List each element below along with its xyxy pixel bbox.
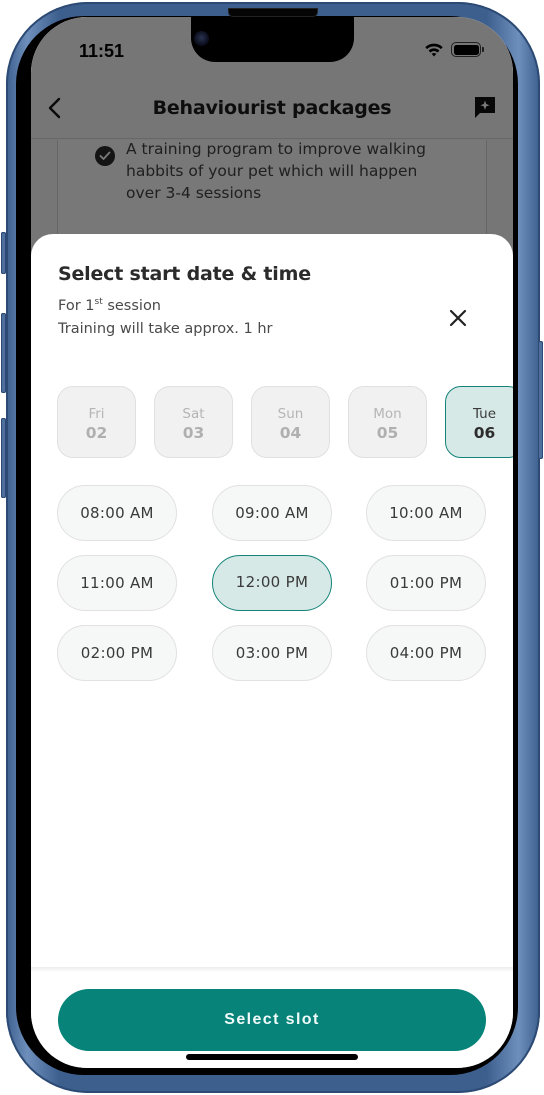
power-button	[538, 341, 543, 459]
time-slot[interactable]: 04:00 PM	[366, 625, 486, 681]
time-slot-selected[interactable]: 12:00 PM	[212, 555, 332, 611]
action-button	[1, 232, 6, 274]
date-chip-selected[interactable]: Tue 06	[445, 386, 513, 458]
session-suffix: session	[102, 298, 162, 314]
date-selector: Fri 02 Sat 03 Sun 04 Mon 05 Tue 06	[57, 386, 513, 458]
time-slot-grid: 08:00 AM 09:00 AM 10:00 AM 11:00 AM 12:0…	[57, 485, 487, 685]
volume-up-button	[1, 313, 6, 393]
date-number: 05	[376, 424, 399, 442]
date-chip[interactable]: Fri 02	[57, 386, 136, 458]
date-chip[interactable]: Sat 03	[154, 386, 233, 458]
time-slot[interactable]: 09:00 AM	[212, 485, 332, 541]
home-indicator[interactable]	[186, 1054, 358, 1060]
front-camera	[194, 31, 209, 46]
date-number: 03	[182, 424, 205, 442]
volume-down-button	[1, 418, 6, 498]
speaker-grille	[228, 8, 318, 17]
date-day: Tue	[472, 406, 497, 422]
session-label: For 1st session	[58, 297, 161, 314]
date-day: Fri	[88, 406, 105, 422]
sheet-title: Select start date & time	[58, 263, 311, 285]
notch	[191, 17, 354, 62]
date-number: 02	[85, 424, 108, 442]
date-day: Mon	[373, 406, 402, 422]
session-ordinal: st	[94, 297, 103, 307]
date-number: 06	[473, 424, 496, 442]
date-day: Sun	[277, 406, 304, 422]
session-prefix: For 1	[58, 298, 95, 314]
close-icon[interactable]	[445, 305, 471, 331]
date-day: Sat	[182, 406, 205, 422]
date-time-sheet: Select start date & time For 1st session…	[31, 234, 513, 1068]
duration-label: Training will take approx. 1 hr	[58, 321, 273, 337]
time-slot[interactable]: 10:00 AM	[366, 485, 486, 541]
time-slot[interactable]: 08:00 AM	[57, 485, 177, 541]
screen: 11:51 Behaviourist packages	[31, 17, 513, 1068]
time-slot[interactable]: 11:00 AM	[57, 555, 177, 611]
time-slot[interactable]: 03:00 PM	[212, 625, 332, 681]
select-slot-button[interactable]: Select slot	[58, 989, 486, 1051]
date-chip[interactable]: Mon 05	[348, 386, 427, 458]
date-number: 04	[279, 424, 302, 442]
footer-divider	[31, 967, 513, 972]
time-slot[interactable]: 02:00 PM	[57, 625, 177, 681]
time-slot[interactable]: 01:00 PM	[366, 555, 486, 611]
date-chip[interactable]: Sun 04	[251, 386, 330, 458]
